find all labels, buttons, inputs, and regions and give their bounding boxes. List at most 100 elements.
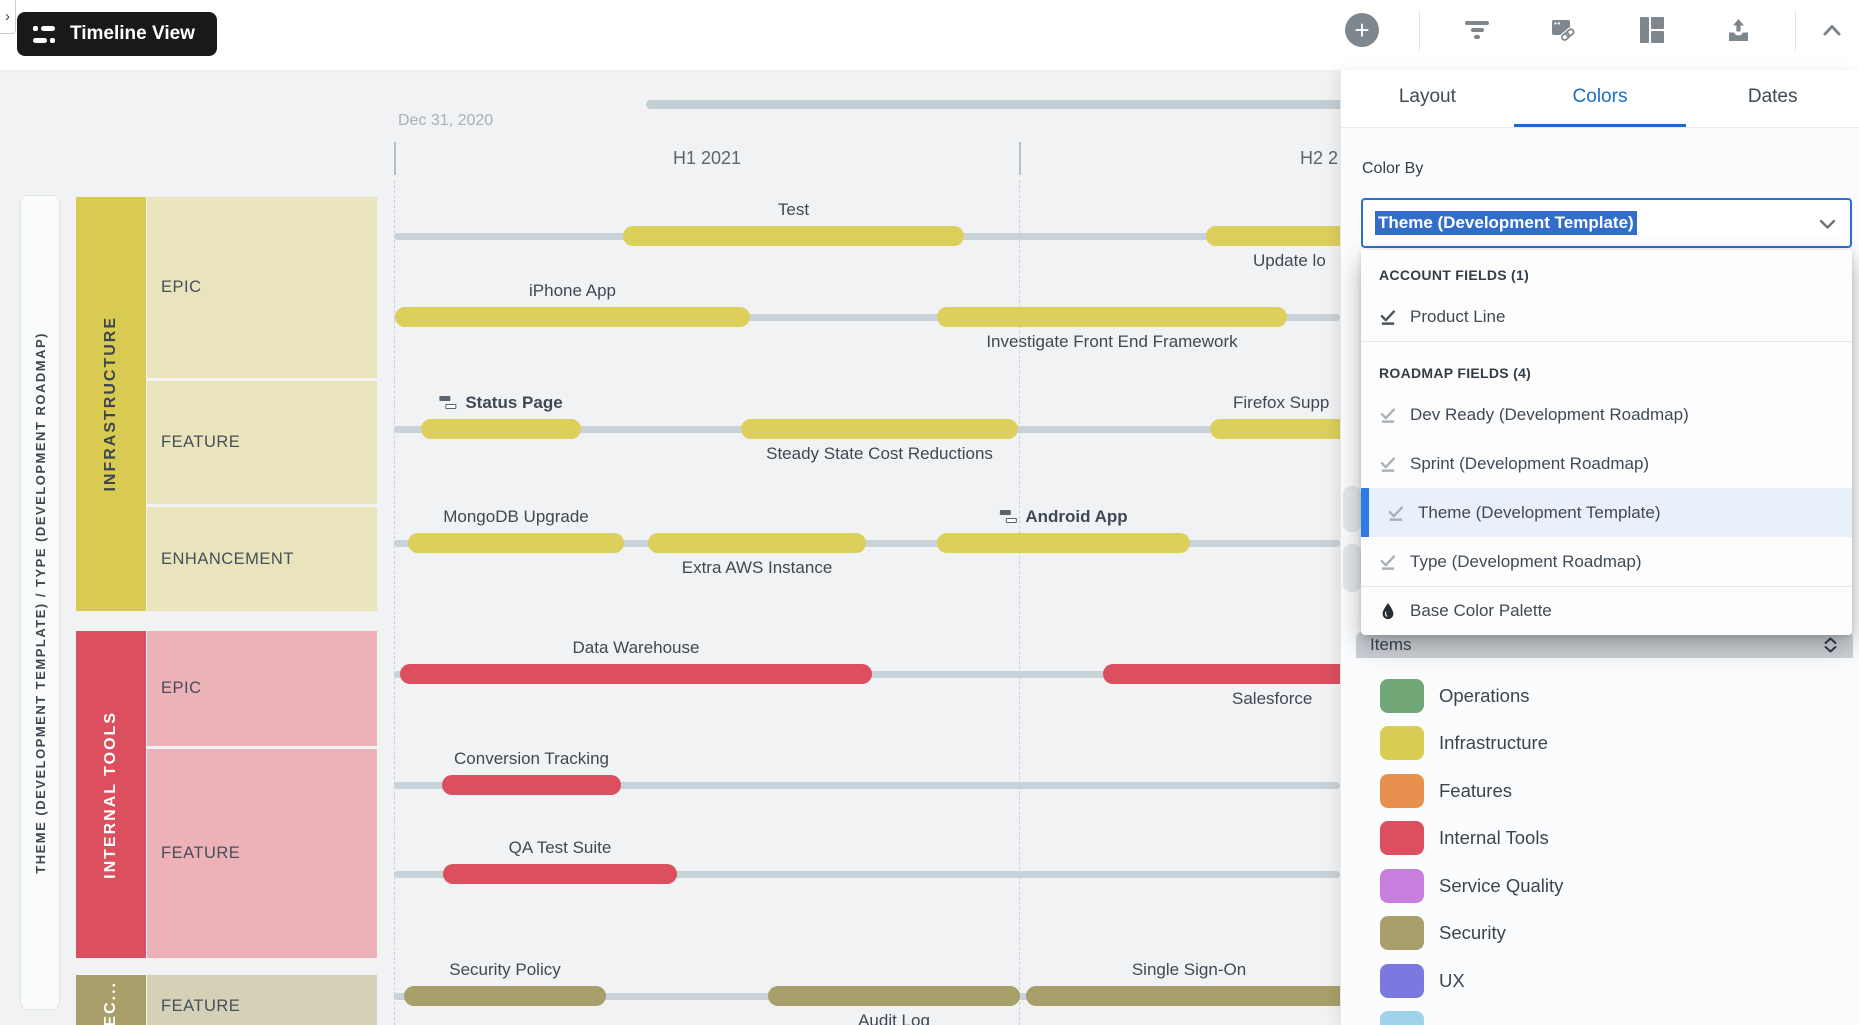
tab-colors[interactable]: Colors xyxy=(1514,70,1687,127)
items-legend: Operations Infrastructure Features Inter… xyxy=(1341,672,1859,1025)
horizontal-scrollbar[interactable] xyxy=(646,100,1340,109)
option-product-line[interactable]: Product Line xyxy=(1361,292,1852,341)
legend-label: Service Quality xyxy=(1439,875,1563,897)
type-label: FEATURE xyxy=(147,844,240,863)
legend-item[interactable]: Security xyxy=(1341,910,1859,958)
layout-button[interactable] xyxy=(1630,8,1674,52)
top-toolbar: › Timeline View + xyxy=(0,0,1859,70)
check-underline-icon xyxy=(1387,504,1405,522)
timeline-view-icon xyxy=(33,26,57,43)
option-type[interactable]: Type (Development Roadmap) xyxy=(1361,537,1852,586)
timeline-bar[interactable]: Salesforce xyxy=(1103,664,1340,684)
option-sprint[interactable]: Sprint (Development Roadmap) xyxy=(1361,439,1852,488)
lane-cell-epic: EPIC xyxy=(147,197,377,378)
filter-icon xyxy=(1465,21,1489,39)
timeline-bar[interactable]: Steady State Cost Reductions xyxy=(741,419,1018,439)
timeline-bar[interactable]: Security Policy xyxy=(404,986,606,1006)
collapsed-section-edge xyxy=(1343,486,1361,532)
export-icon xyxy=(1725,17,1752,44)
timeline-bar[interactable]: Firefox Supp xyxy=(1210,419,1340,439)
timeline-bar[interactable]: Investigate Front End Framework xyxy=(937,307,1287,327)
bar-label: Salesforce xyxy=(1232,689,1312,709)
legend-label: Infrastructure xyxy=(1439,732,1548,754)
bar-label: Android App xyxy=(999,507,1127,527)
legend-item[interactable]: Features xyxy=(1341,767,1859,815)
timeline-bar[interactable]: Conversion Tracking xyxy=(442,775,621,795)
color-swatch[interactable] xyxy=(1380,869,1424,903)
timeline-bar[interactable]: Extra AWS Instance xyxy=(648,533,866,553)
legend-item[interactable]: Operations xyxy=(1341,672,1859,720)
export-button[interactable] xyxy=(1716,8,1760,52)
bar-label: Extra AWS Instance xyxy=(682,558,833,578)
bar-label: Status Page xyxy=(439,393,562,413)
legend-item[interactable] xyxy=(1341,1005,1859,1025)
color-swatch[interactable] xyxy=(1380,726,1424,760)
option-theme-selected[interactable]: Theme (Development Template) xyxy=(1361,488,1852,537)
lane-band-internal-tools[interactable]: INTERNAL TOOLS xyxy=(76,631,146,958)
timeline-bar[interactable]: Single Sign-On xyxy=(1026,986,1340,1006)
color-by-select[interactable]: Theme (Development Template) xyxy=(1361,198,1852,248)
bar-label: Firefox Supp xyxy=(1233,393,1329,413)
lane-label: INFRASTRUCTURE xyxy=(102,316,120,492)
color-swatch[interactable] xyxy=(1380,964,1424,998)
timeline-bar[interactable]: Data Warehouse xyxy=(400,664,872,684)
lane-label: SEC... xyxy=(102,981,120,1025)
unfold-icon xyxy=(1822,636,1839,654)
legend-item[interactable]: Service Quality xyxy=(1341,862,1859,910)
lane-cell-enhancement: ENHANCEMENT xyxy=(147,507,377,611)
legend-item[interactable]: UX xyxy=(1341,957,1859,1005)
linked-card-icon xyxy=(999,510,1016,525)
timeline-bar[interactable]: Update lo xyxy=(1206,226,1340,246)
color-swatch[interactable] xyxy=(1380,679,1424,713)
tab-dates[interactable]: Dates xyxy=(1686,70,1859,127)
lane-cell-epic: EPIC xyxy=(147,631,377,746)
timeline-bar[interactable]: Status Page xyxy=(421,419,581,439)
check-underline-icon xyxy=(1379,406,1397,424)
left-axis-card: THEME (DEVELOPMENT TEMPLATE) / TYPE (DEV… xyxy=(20,195,60,1010)
view-switcher-button[interactable]: Timeline View xyxy=(17,12,217,56)
panel-tabs: Layout Colors Dates xyxy=(1341,70,1859,128)
type-label: ENHANCEMENT xyxy=(147,550,294,569)
add-item-button[interactable]: + xyxy=(1345,13,1379,47)
color-swatch[interactable] xyxy=(1380,774,1424,808)
expand-sidebar-chevron-icon[interactable]: › xyxy=(0,0,16,34)
type-label: EPIC xyxy=(147,278,202,297)
linked-view-icon xyxy=(1548,16,1576,44)
axis-tick xyxy=(1019,142,1021,175)
color-swatch[interactable] xyxy=(1380,821,1424,855)
dropdown-section-header: ACCOUNT FIELDS (1) xyxy=(1361,250,1852,292)
items-section-header[interactable]: Items xyxy=(1356,632,1853,658)
timeline-chart: Dec 31, 2020 H1 2021 H2 2 THEME (DEVELOP… xyxy=(0,0,1340,1025)
legend-label: Internal Tools xyxy=(1439,827,1549,849)
type-label: EPIC xyxy=(147,679,202,698)
dropdown-section-header: ROADMAP FIELDS (4) xyxy=(1361,342,1852,390)
timeline-bar[interactable]: QA Test Suite xyxy=(443,864,677,884)
chevron-up-icon xyxy=(1820,22,1844,38)
legend-label: Operations xyxy=(1439,685,1530,707)
timeline-bar[interactable]: Audit Log xyxy=(768,986,1020,1006)
option-dev-ready[interactable]: Dev Ready (Development Roadmap) xyxy=(1361,390,1852,439)
filter-button[interactable] xyxy=(1455,8,1499,52)
layout-columns-icon xyxy=(1640,17,1665,43)
bar-label: Security Policy xyxy=(449,960,560,980)
lane-band-security[interactable]: SEC... xyxy=(76,975,146,1025)
bar-label: Investigate Front End Framework xyxy=(986,332,1237,352)
check-underline-icon xyxy=(1379,308,1397,326)
timeline-bar[interactable]: MongoDB Upgrade xyxy=(408,533,624,553)
view-switcher-label: Timeline View xyxy=(70,23,195,45)
bar-label: iPhone App xyxy=(529,281,616,301)
collapse-panel-button[interactable] xyxy=(1810,8,1854,52)
timeline-bar[interactable]: Test xyxy=(623,226,964,246)
legend-item[interactable]: Internal Tools xyxy=(1341,815,1859,863)
timeline-bar[interactable]: Android App xyxy=(937,533,1190,553)
option-base-color-palette[interactable]: Base Color Palette xyxy=(1361,587,1852,635)
color-swatch[interactable] xyxy=(1380,916,1424,950)
share-link-button[interactable] xyxy=(1540,8,1584,52)
tab-layout[interactable]: Layout xyxy=(1341,70,1514,127)
legend-item[interactable]: Infrastructure xyxy=(1341,720,1859,768)
timeline-bar[interactable]: iPhone App xyxy=(395,307,750,327)
lane-cell-feature: FEATURE xyxy=(147,749,377,958)
color-swatch[interactable] xyxy=(1380,1011,1424,1025)
lane-band-infrastructure[interactable]: INFRASTRUCTURE xyxy=(76,197,146,611)
color-by-dropdown: ACCOUNT FIELDS (1) Product Line ROADMAP … xyxy=(1361,250,1852,635)
